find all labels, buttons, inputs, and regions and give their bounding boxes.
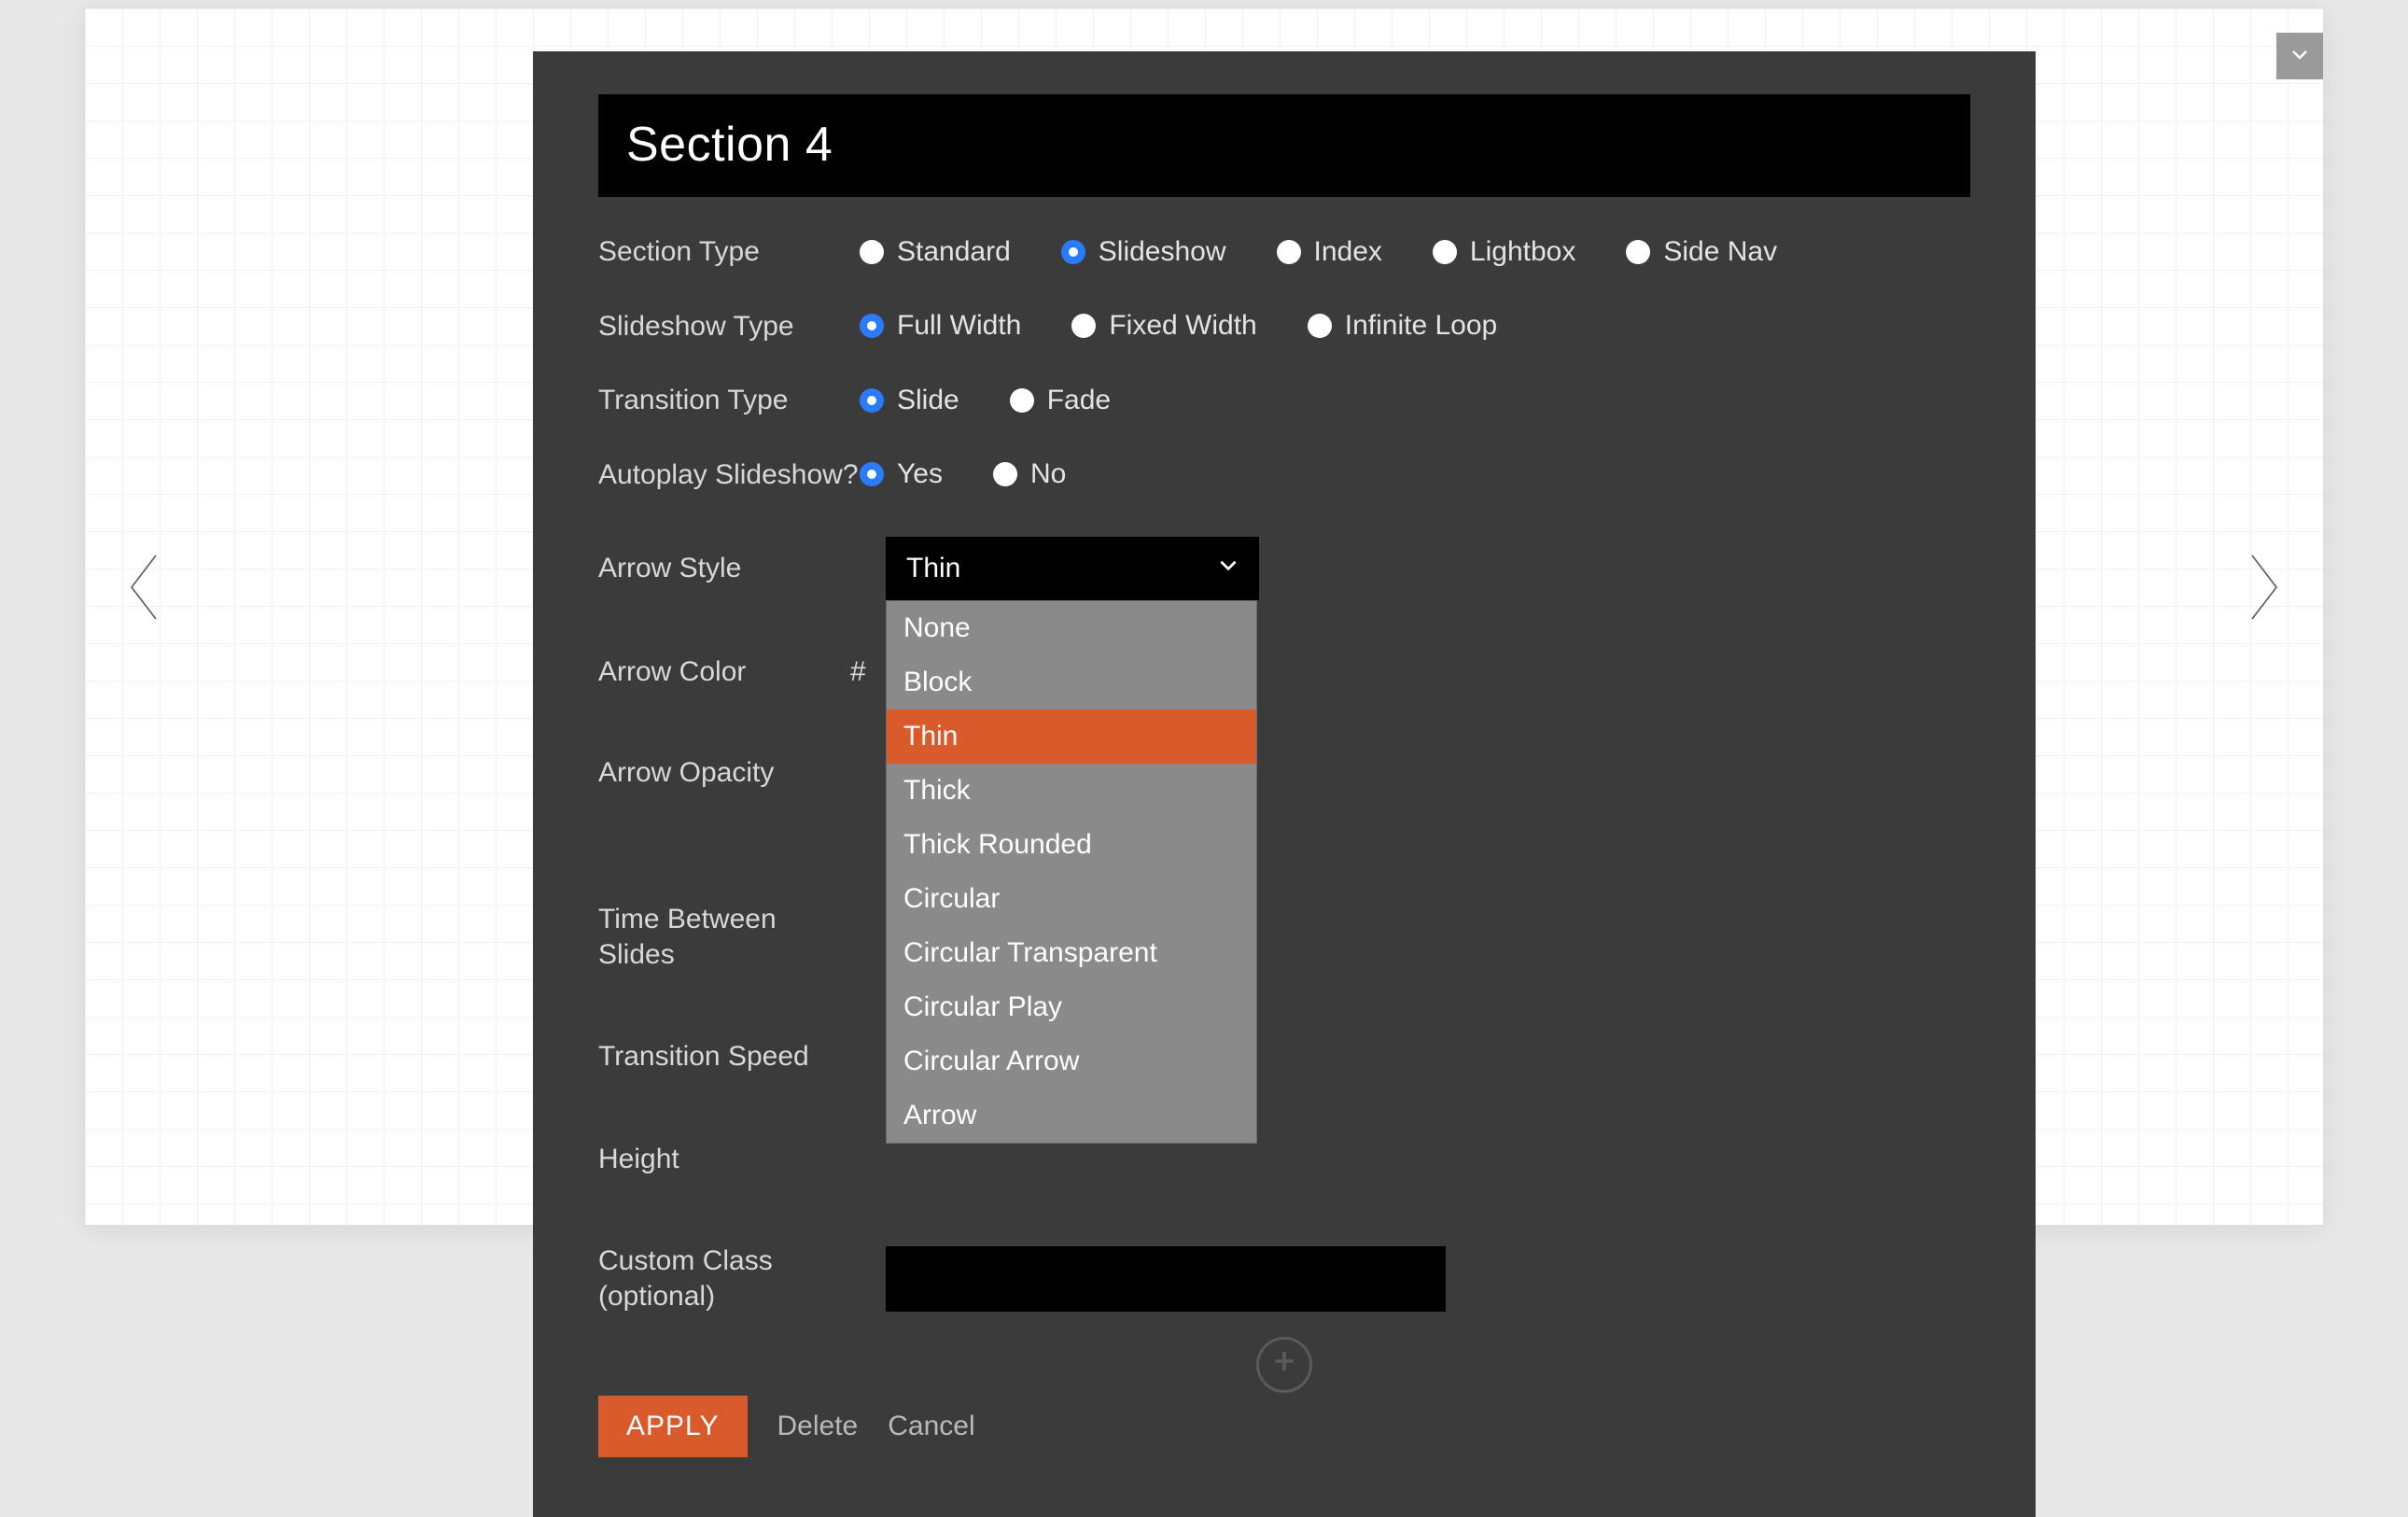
- radio-label: Index: [1314, 236, 1382, 268]
- radio-group-slideshow-type: Full Width Fixed Width Infinite Loop: [860, 310, 1497, 342]
- dropdown-option-circular-arrow[interactable]: Circular Arrow: [887, 1034, 1256, 1089]
- radio-label: Side Nav: [1663, 236, 1777, 268]
- dropdown-option-none[interactable]: None: [887, 601, 1256, 655]
- canvas-frame: Section 4 Section Type Standard Slideshow…: [84, 7, 2324, 1226]
- radio-circle-icon: [860, 388, 884, 413]
- chevron-down-icon: [2289, 43, 2311, 70]
- radio-sectionType-lightbox[interactable]: Lightbox: [1433, 236, 1575, 268]
- hash-prefix: #: [850, 656, 867, 688]
- radio-circle-icon: [860, 462, 884, 486]
- radio-group-transition-type: Slide Fade: [860, 385, 1111, 416]
- radio-label: Standard: [897, 236, 1011, 268]
- radio-sectionType-index[interactable]: Index: [1277, 236, 1382, 268]
- label-autoplay: Autoplay Slideshow?: [598, 457, 860, 493]
- dropdown-option-block[interactable]: Block: [887, 655, 1256, 709]
- section-settings-modal: Section 4 Section Type Standard Slideshow…: [533, 51, 2036, 1517]
- dropdown-arrow-style[interactable]: NoneBlockThinThickThick RoundedCircularC…: [886, 600, 1257, 1144]
- custom-class-input[interactable]: [886, 1246, 1446, 1312]
- label-height: Height: [598, 1142, 860, 1177]
- row-autoplay: Autoplay Slideshow? Yes No: [598, 457, 1970, 493]
- radio-label: No: [1030, 458, 1066, 490]
- plus-icon: [1270, 1347, 1298, 1383]
- row-height: Height: [598, 1142, 1970, 1177]
- label-section-type: Section Type: [598, 234, 860, 270]
- radio-slideshowType-full-width[interactable]: Full Width: [860, 310, 1021, 342]
- radio-circle-icon: [1071, 314, 1096, 338]
- radio-sectionType-side-nav[interactable]: Side Nav: [1626, 236, 1777, 268]
- radio-transitionType-fade[interactable]: Fade: [1010, 385, 1111, 416]
- dropdown-option-arrow[interactable]: Arrow: [887, 1089, 1256, 1143]
- radio-label: Slideshow: [1099, 236, 1226, 268]
- radio-group-autoplay: Yes No: [860, 458, 1066, 490]
- dropdown-option-thin[interactable]: Thin: [887, 709, 1256, 764]
- chevron-left-icon: [122, 612, 167, 628]
- radio-circle-icon: [1010, 388, 1034, 413]
- label-transition-speed: Transition Speed: [598, 1039, 860, 1075]
- dropdown-option-circular-transparent[interactable]: Circular Transparent: [887, 926, 1256, 980]
- radio-group-section-type: Standard Slideshow Index Lightbox Side Nav: [860, 236, 1777, 268]
- label-transition-type: Transition Type: [598, 383, 860, 418]
- select-arrow-style-value: Thin: [906, 553, 960, 584]
- radio-autoplay-yes[interactable]: Yes: [860, 458, 943, 490]
- radio-circle-icon: [1277, 240, 1301, 264]
- chevron-down-icon: [1216, 553, 1240, 584]
- radio-circle-icon: [1626, 240, 1650, 264]
- toolbar-collapse-button[interactable]: [2276, 33, 2323, 79]
- radio-sectionType-slideshow[interactable]: Slideshow: [1061, 236, 1226, 268]
- delete-button[interactable]: Delete: [777, 1411, 859, 1442]
- radio-transitionType-slide[interactable]: Slide: [860, 385, 959, 416]
- radio-circle-icon: [1061, 240, 1085, 264]
- radio-circle-icon: [1308, 314, 1332, 338]
- radio-label: Lightbox: [1470, 236, 1575, 268]
- radio-label: Full Width: [897, 310, 1021, 342]
- row-transition-speed: Transition Speed: [598, 1039, 1970, 1075]
- select-arrow-style[interactable]: Thin NoneBlockThinThickThick RoundedCirc…: [886, 537, 1259, 600]
- radio-autoplay-no[interactable]: No: [993, 458, 1066, 490]
- row-time-between: Time Between Slides: [598, 902, 1970, 972]
- row-arrow-style: Arrow Style Thin NoneBlockThinThickThick…: [598, 537, 1970, 600]
- dropdown-option-thick-rounded[interactable]: Thick Rounded: [887, 818, 1256, 872]
- modal-title: Section 4: [598, 94, 1970, 197]
- label-time-between: Time Between Slides: [598, 902, 860, 972]
- radio-circle-icon: [993, 462, 1017, 486]
- label-arrow-color: Arrow Color: [598, 654, 850, 690]
- add-section-button[interactable]: [1256, 1337, 1312, 1393]
- action-row: APPLY Delete Cancel: [598, 1396, 1970, 1457]
- row-transition-type: Transition Type Slide Fade: [598, 383, 1970, 418]
- label-slideshow-type: Slideshow Type: [598, 309, 860, 344]
- radio-slideshowType-fixed-width[interactable]: Fixed Width: [1071, 310, 1256, 342]
- radio-label: Yes: [897, 458, 943, 490]
- radio-label: Fade: [1047, 385, 1111, 416]
- radio-circle-icon: [1433, 240, 1457, 264]
- apply-button[interactable]: APPLY: [598, 1396, 748, 1457]
- dropdown-option-circular-play[interactable]: Circular Play: [887, 980, 1256, 1034]
- radio-circle-icon: [860, 314, 884, 338]
- row-arrow-color: Arrow Color #: [598, 654, 1970, 690]
- chevron-right-icon: [2241, 612, 2286, 628]
- radio-circle-icon: [860, 240, 884, 264]
- radio-slideshowType-infinite-loop[interactable]: Infinite Loop: [1308, 310, 1497, 342]
- cancel-button[interactable]: Cancel: [888, 1411, 974, 1442]
- row-section-type: Section Type Standard Slideshow Index Light…: [598, 234, 1970, 270]
- row-arrow-opacity: Arrow Opacity 100: [598, 755, 1970, 791]
- row-custom-class: Custom Class (optional): [598, 1243, 1970, 1313]
- row-slideshow-type: Slideshow Type Full Width Fixed Width Infi…: [598, 309, 1970, 344]
- dropdown-option-thick[interactable]: Thick: [887, 764, 1256, 818]
- label-custom-class: Custom Class (optional): [598, 1243, 886, 1313]
- radio-sectionType-standard[interactable]: Standard: [860, 236, 1011, 268]
- canvas-next-button[interactable]: [2241, 550, 2286, 629]
- radio-label: Slide: [897, 385, 959, 416]
- dropdown-option-circular[interactable]: Circular: [887, 872, 1256, 926]
- label-arrow-style: Arrow Style: [598, 551, 886, 586]
- radio-label: Infinite Loop: [1345, 310, 1497, 342]
- radio-label: Fixed Width: [1109, 310, 1256, 342]
- canvas-prev-button[interactable]: [122, 550, 167, 629]
